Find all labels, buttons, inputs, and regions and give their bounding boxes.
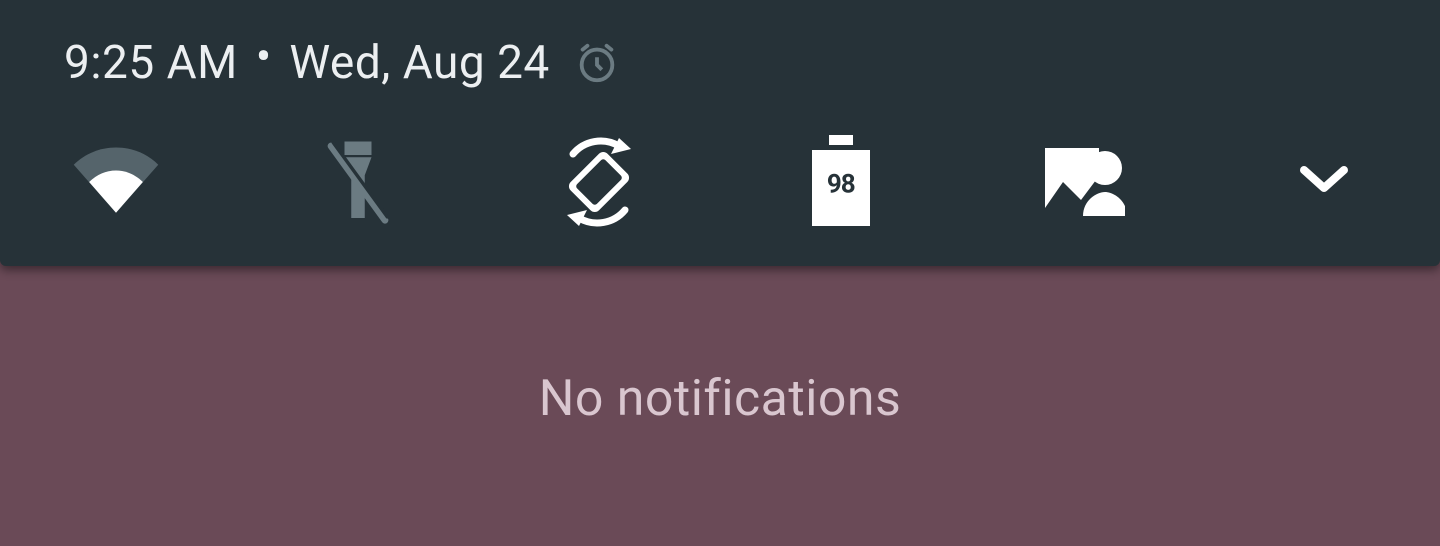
quick-settings-panel: 9:25 AM • Wed, Aug 24 <box>0 0 1440 266</box>
battery-tile[interactable]: 98 <box>781 132 901 232</box>
clock-time[interactable]: 9:25 AM <box>64 36 238 90</box>
separator-dot: • <box>256 34 272 80</box>
clock-date[interactable]: Wed, Aug 24 <box>289 36 549 90</box>
battery-icon: 98 <box>808 137 874 227</box>
notification-shade[interactable]: No notifications <box>0 266 1440 532</box>
user-profile-tile[interactable] <box>1022 132 1142 232</box>
status-time-row: 9:25 AM • Wed, Aug 24 <box>0 24 1440 102</box>
alarm-icon[interactable] <box>574 40 620 86</box>
flashlight-off-icon <box>321 137 395 227</box>
battery-percent: 98 <box>827 169 855 199</box>
expand-quick-settings-button[interactable] <box>1264 132 1384 232</box>
wifi-tile[interactable] <box>56 132 176 232</box>
chevron-down-icon <box>1296 162 1352 202</box>
auto-rotate-icon <box>549 132 649 232</box>
no-notifications-label: No notifications <box>539 370 902 428</box>
user-profile-icon <box>1039 142 1125 222</box>
quick-settings-tiles: 98 <box>0 102 1440 232</box>
flashlight-tile[interactable] <box>298 132 418 232</box>
wifi-icon <box>68 143 164 221</box>
auto-rotate-tile[interactable] <box>539 132 659 232</box>
